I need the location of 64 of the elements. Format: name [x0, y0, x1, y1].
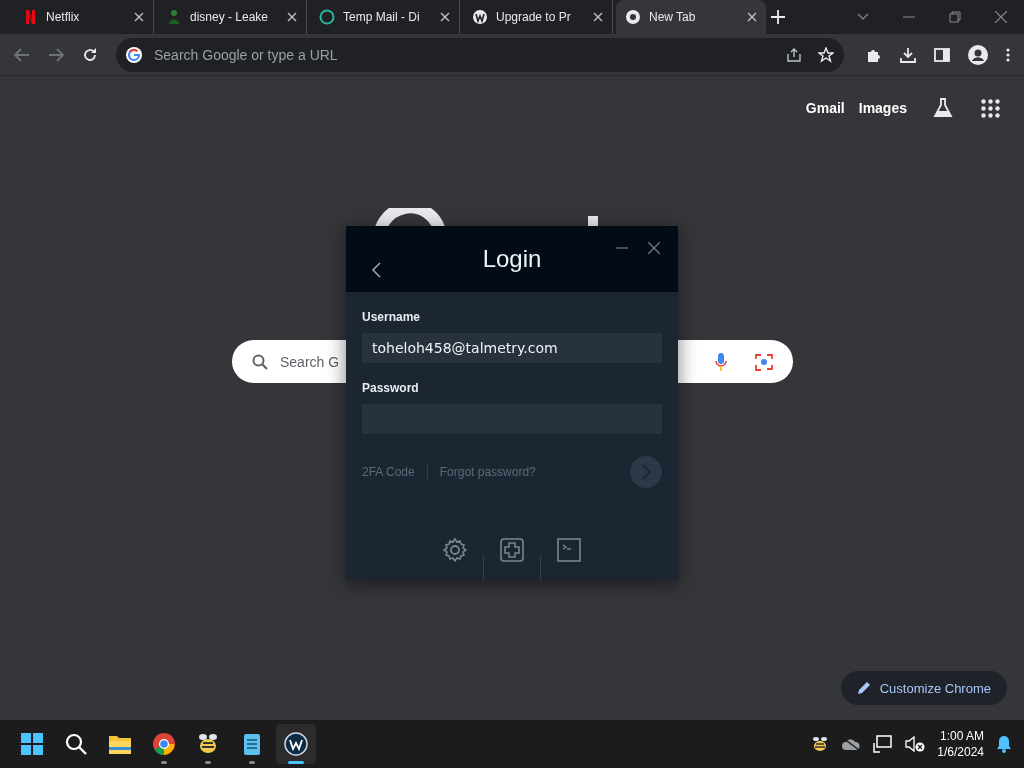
close-icon[interactable]	[593, 12, 603, 22]
running-indicator	[161, 761, 167, 764]
side-panel-icon[interactable]	[934, 46, 950, 63]
microphone-icon[interactable]	[715, 352, 727, 371]
flask-icon[interactable]	[933, 98, 953, 118]
header-link[interactable]: Gmail	[805, 100, 845, 116]
clock-date: 1/6/2024	[937, 744, 984, 760]
address-bar[interactable]: Search Google or type a URL	[116, 37, 844, 72]
browser-icon	[152, 732, 176, 756]
customize-button[interactable]: Customize Chrome	[840, 671, 1007, 705]
running-indicator	[288, 761, 304, 764]
browser-tab[interactable]: New Tab	[616, 0, 766, 34]
clock[interactable]: 1:00 AM 1/6/2024	[937, 728, 984, 760]
close-icon[interactable]	[287, 12, 297, 22]
g-logo-icon	[126, 46, 142, 63]
field-label: Password	[362, 381, 420, 395]
restore-icon[interactable]	[949, 11, 961, 23]
tab-title: Netflix	[46, 10, 81, 24]
tab-title: disney - Leake	[190, 10, 270, 24]
ring-icon	[319, 9, 335, 25]
search-input[interactable]: Search G	[280, 353, 338, 370]
close-icon[interactable]	[995, 11, 1007, 23]
chevron-icon[interactable]	[857, 13, 869, 21]
gear-icon[interactable]	[443, 538, 467, 562]
input-field[interactable]: toheloh458@talmetry.com	[362, 333, 662, 363]
share-icon[interactable]	[786, 46, 802, 63]
profile-icon[interactable]	[968, 44, 988, 65]
apps-grid-icon[interactable]	[981, 98, 1000, 118]
star-icon[interactable]	[818, 46, 834, 63]
network-icon[interactable]	[873, 735, 894, 753]
search-icon	[64, 732, 88, 756]
figure-icon	[166, 9, 182, 25]
search-icon	[252, 353, 268, 370]
bee-icon	[196, 732, 220, 756]
camera-lens-icon[interactable]	[755, 352, 773, 371]
running-indicator	[205, 761, 211, 764]
close-icon[interactable]	[747, 12, 757, 22]
terminal-icon[interactable]	[557, 538, 581, 562]
forward-icon[interactable]	[48, 47, 64, 62]
tab-title: Temp Mail - Di	[343, 10, 421, 24]
close-icon[interactable]	[440, 12, 450, 22]
field-label: Username	[362, 310, 422, 324]
close-icon[interactable]	[134, 12, 144, 22]
pencil-icon	[856, 681, 871, 695]
cloud-offline-icon[interactable]	[841, 737, 862, 751]
dialog-title: Login	[482, 245, 542, 273]
badge-icon	[472, 9, 488, 25]
tab-title: Upgrade to Pr	[496, 10, 572, 24]
bee-icon[interactable]	[811, 735, 830, 753]
close-icon[interactable]	[648, 242, 660, 254]
tab-title: New Tab	[649, 10, 697, 24]
clock-time: 1:00 AM	[939, 728, 984, 744]
running-indicator	[249, 761, 255, 764]
plus-box-icon[interactable]	[500, 538, 524, 562]
bell-icon[interactable]	[996, 735, 1012, 753]
reload-icon[interactable]	[82, 46, 98, 63]
header-link[interactable]: Images	[858, 100, 907, 116]
plus-icon[interactable]	[771, 10, 785, 24]
speaker-muted-icon[interactable]	[905, 736, 926, 752]
back-icon[interactable]	[371, 262, 381, 278]
menu-icon[interactable]	[1006, 47, 1010, 62]
download-icon[interactable]	[900, 46, 916, 63]
taskbar-button[interactable]	[276, 724, 316, 764]
windows-icon	[20, 732, 44, 756]
